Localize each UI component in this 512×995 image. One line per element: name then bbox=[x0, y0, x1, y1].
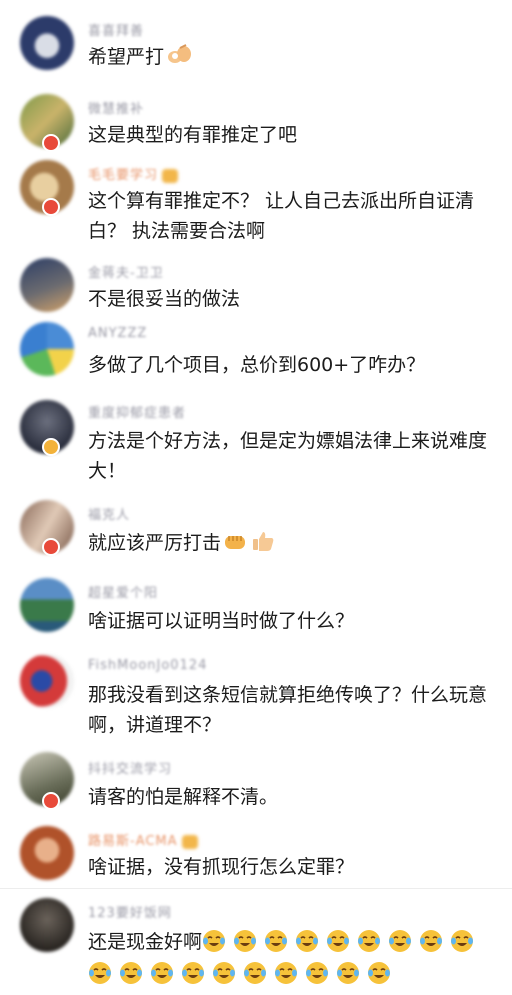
username[interactable]: 抖抖交流学习 bbox=[88, 758, 172, 777]
username[interactable]: 超星爱个阳 bbox=[88, 582, 158, 601]
crying-laughing-emoji-icon bbox=[295, 929, 319, 953]
comment-item[interactable]: 抖抖交流学习 请客的怕是解释不清。 bbox=[0, 752, 512, 818]
crying-laughing-emoji-icon bbox=[264, 929, 288, 953]
avatar[interactable] bbox=[20, 654, 74, 708]
comment-item[interactable]: 重度抑郁症患者 方法是个好方法，但是定为嫖娼法律上来说难度大！ bbox=[0, 398, 512, 492]
comment-item[interactable]: 金蒋夫-卫卫 不是很妥当的做法 bbox=[0, 258, 512, 324]
comment-item[interactable]: ANYZZZ 多做了几个项目，总价到600+了咋办？ bbox=[0, 322, 512, 388]
thumbs-up-icon bbox=[251, 530, 275, 561]
comment-text: 希望严打 bbox=[88, 42, 498, 75]
comment-text: 方法是个好方法，但是定为嫖娼法律上来说难度大！ bbox=[88, 430, 488, 482]
crying-laughing-emoji-icon bbox=[233, 929, 257, 953]
verified-badge-icon bbox=[42, 792, 60, 810]
fist-icon bbox=[223, 530, 249, 561]
crying-laughing-emoji-icon bbox=[119, 961, 143, 985]
comment-text: 这是典型的有罪推定了吧 bbox=[88, 124, 298, 146]
username[interactable]: 喜喜拜善 bbox=[88, 20, 144, 39]
comment-text: 那我没看到这条短信就算拒绝传唤了？什么玩意啊，讲道理不？ bbox=[88, 684, 488, 736]
username[interactable]: 福克人 bbox=[88, 504, 130, 523]
crying-laughing-emoji-icon bbox=[326, 929, 350, 953]
comment-text: 啥证据，没有抓现行怎么定罪？ bbox=[88, 856, 355, 878]
username[interactable]: ANYZZZ bbox=[88, 326, 147, 341]
comment-item[interactable]: 福克人 就应该严厉打击 bbox=[0, 498, 512, 564]
comment-text: 请客的怕是解释不清。 bbox=[88, 786, 279, 808]
comment-item[interactable]: 喜喜拜善 希望严打 bbox=[0, 12, 512, 80]
crying-laughing-emoji-icon bbox=[150, 961, 174, 985]
divider bbox=[0, 888, 512, 889]
username[interactable]: 金蒋夫-卫卫 bbox=[88, 262, 164, 281]
crying-laughing-emoji-icon bbox=[388, 929, 412, 953]
verified-badge-icon bbox=[42, 198, 60, 216]
comment-item[interactable]: 123要好饭网 还是现金好啊 bbox=[0, 898, 512, 987]
comment-list: 喜喜拜善 希望严打 微慧推补 这是典型的有罪推定了吧 毛毛要学习 这个算有罪推定… bbox=[0, 0, 512, 987]
verified-badge-icon bbox=[42, 438, 60, 456]
comment-item[interactable]: 毛毛要学习 这个算有罪推定不？ 让人自己去派出所自证清白？ 执法需要合法啊 bbox=[0, 158, 512, 250]
crying-laughing-emoji-icon bbox=[181, 961, 205, 985]
verified-badge-icon bbox=[42, 134, 60, 152]
avatar[interactable] bbox=[20, 258, 74, 312]
comment-text: 啥证据可以证明当时做了什么？ bbox=[88, 610, 355, 632]
comment-text: 还是现金好啊 bbox=[88, 926, 498, 990]
crying-laughing-emoji-icon bbox=[305, 961, 329, 985]
username[interactable]: 毛毛要学习 bbox=[88, 164, 179, 183]
avatar[interactable] bbox=[20, 322, 74, 376]
username[interactable]: 123要好饭网 bbox=[88, 902, 172, 921]
comment-text: 就应该严厉打击 bbox=[88, 528, 498, 561]
member-emoji-icon bbox=[181, 834, 198, 849]
verified-badge-icon bbox=[42, 538, 60, 556]
username[interactable]: FishMoonJo0124 bbox=[88, 658, 207, 673]
crying-laughing-emoji-icon bbox=[336, 961, 360, 985]
username[interactable]: 重度抑郁症患者 bbox=[88, 402, 186, 421]
comment-item[interactable]: 超星爱个阳 啥证据可以证明当时做了什么？ bbox=[0, 576, 512, 642]
username[interactable]: 路易斯-ACMA bbox=[88, 830, 198, 849]
comment-item[interactable]: 路易斯-ACMA 啥证据，没有抓现行怎么定罪？ bbox=[0, 826, 512, 888]
avatar[interactable] bbox=[20, 578, 74, 632]
avatar[interactable] bbox=[20, 826, 74, 880]
crying-laughing-emoji-icon bbox=[450, 929, 474, 953]
comment-item[interactable]: 微慧推补 这是典型的有罪推定了吧 bbox=[0, 92, 512, 158]
crying-laughing-emoji-icon bbox=[367, 961, 391, 985]
crying-laughing-emoji-icon bbox=[274, 961, 298, 985]
avatar[interactable] bbox=[20, 16, 74, 70]
comment-text: 多做了几个项目，总价到600+了咋办？ bbox=[88, 354, 426, 376]
member-emoji-icon bbox=[162, 168, 179, 183]
avatar[interactable] bbox=[20, 898, 74, 952]
comment-item[interactable]: FishMoonJo0124 那我没看到这条短信就算拒绝传唤了？什么玩意啊，讲道… bbox=[0, 652, 512, 744]
crying-laughing-emoji-icon bbox=[88, 961, 112, 985]
crying-laughing-emoji-icon bbox=[419, 929, 443, 953]
comment-text: 不是很妥当的做法 bbox=[88, 288, 241, 310]
crying-laughing-emoji-icon bbox=[357, 929, 381, 953]
comment-text: 这个算有罪推定不？ 让人自己去派出所自证清白？ 执法需要合法啊 bbox=[88, 190, 475, 242]
ok-hand-icon bbox=[166, 44, 192, 75]
crying-laughing-emoji-icon bbox=[202, 929, 226, 953]
crying-laughing-emoji-icon bbox=[243, 961, 267, 985]
username[interactable]: 微慧推补 bbox=[88, 98, 144, 117]
crying-laughing-emoji-icon bbox=[212, 961, 236, 985]
